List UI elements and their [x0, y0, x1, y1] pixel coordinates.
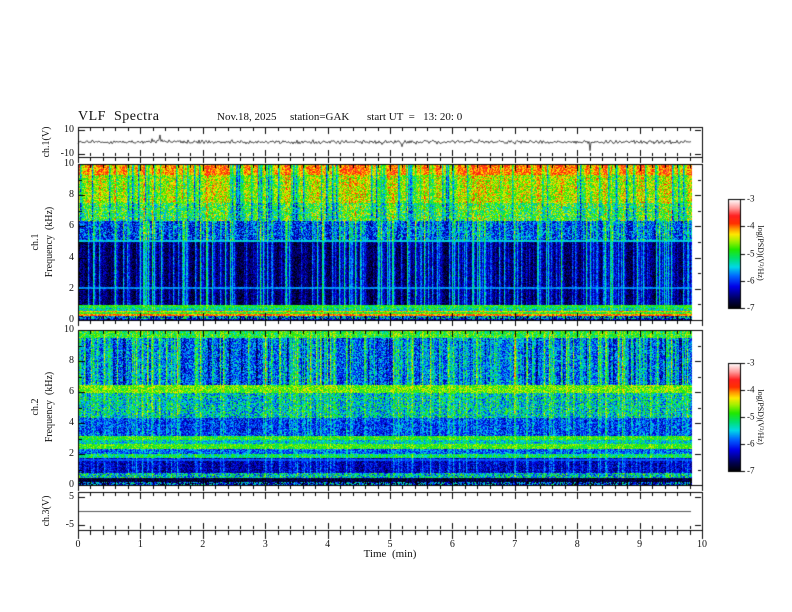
colorbar-tick-label: -3 [747, 193, 755, 204]
ch2-spectrogram-panel [78, 330, 702, 485]
date-label: Nov.18, 2025 [217, 111, 277, 123]
ch1-spec-channel-label: ch.1 [30, 233, 41, 251]
y-tick-label: 4 [69, 417, 74, 428]
colorbar1-label: log(PSD)(V²/Hz) [756, 225, 765, 281]
colorbar-tick-label: -5 [747, 248, 755, 258]
y-tick-label: 10 [64, 324, 74, 335]
y-tick-label: 2 [69, 448, 74, 459]
ch1-spectrogram-panel [78, 164, 702, 320]
x-tick-label: 8 [574, 539, 580, 550]
colorbar-tick-label: -3 [747, 357, 755, 368]
ch3-wave-ylabel: ch.3(V) [41, 495, 52, 527]
start-ut-label: start UT = 13: 20: 0 [367, 111, 463, 123]
y-tick-label: 8 [69, 189, 74, 201]
x-tick-label: 3 [262, 539, 268, 550]
x-tick-label: 0 [75, 539, 81, 550]
y-tick-label: 10 [64, 124, 74, 135]
x-tick-label: 2 [200, 539, 206, 550]
colorbar2 [728, 363, 740, 471]
colorbar-tick-label: -6 [747, 438, 755, 449]
vlf-spectra-figure: VLF Spectra Nov.18, 2025 station=GAK sta… [0, 0, 792, 612]
x-tick-label: 9 [637, 539, 643, 550]
x-axis-label: Time (min) [363, 548, 417, 560]
y-tick-label: -5 [65, 518, 74, 530]
ch1-wave-ylabel: ch.1(V) [41, 126, 52, 158]
colorbar-tick-label: -7 [747, 302, 755, 313]
y-tick-label: 5 [69, 491, 74, 503]
colorbar-tick-label: -4 [747, 384, 755, 395]
x-tick-label: 1 [137, 539, 143, 550]
figure-title: VLF Spectra [78, 109, 160, 124]
colorbar-tick-label: -5 [747, 411, 755, 422]
colorbar2-label: log(PSD)(V²/Hz) [756, 389, 765, 445]
ch3-waveform-panel [78, 492, 702, 530]
y-tick-label: 4 [69, 251, 74, 263]
colorbar-tick-label: -6 [747, 275, 755, 286]
colorbar-tick-label: -7 [747, 465, 755, 476]
y-tick-label: 10 [64, 158, 74, 169]
colorbar-tick-label: -4 [747, 220, 755, 231]
x-tick-label: 6 [449, 539, 455, 550]
x-tick-label: 4 [325, 539, 331, 550]
y-tick-label: 6 [69, 220, 74, 232]
ch1-waveform-panel [78, 127, 702, 157]
x-tick-label: 5 [387, 539, 393, 550]
station-label: station=GAK [290, 111, 350, 123]
y-tick-label: 8 [69, 355, 74, 366]
ch2-spec-channel-label: ch.2 [30, 398, 41, 416]
x-tick-label: 10 [697, 539, 707, 550]
ch2-spec-ylabel: Frequency (kHz) [44, 371, 55, 443]
y-tick-label: 0 [69, 479, 74, 490]
x-tick-label: 7 [512, 539, 518, 550]
ch1-spec-ylabel: Frequency (kHz) [44, 206, 55, 278]
colorbar1 [728, 199, 740, 308]
y-tick-label: 6 [69, 386, 74, 397]
y-tick-label: 2 [69, 282, 74, 294]
